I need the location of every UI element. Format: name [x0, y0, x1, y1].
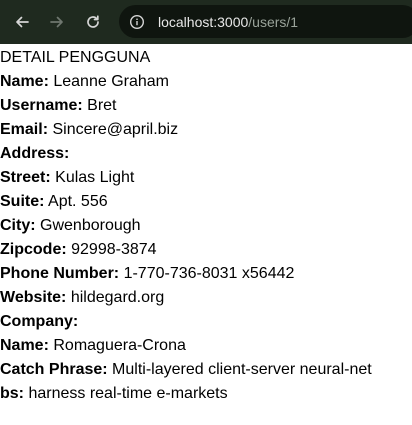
url-text[interactable]: localhost:3000/users/1	[158, 14, 298, 30]
url-path: /users/1	[248, 13, 299, 30]
field-value: hildegard.org	[70, 289, 165, 306]
field-value: Leanne Graham	[53, 73, 169, 90]
field-label: Zipcode:	[0, 241, 67, 258]
back-arrow-icon[interactable]	[10, 10, 34, 34]
field-value: Bret	[87, 97, 117, 114]
field-value: Gwenborough	[40, 217, 141, 234]
field-row: Phone Number: 1-770-736-8031 x56442	[0, 262, 412, 286]
user-detail-page: DETAIL PENGGUNA Name: Leanne Graham Usern…	[0, 44, 412, 406]
field-label: Website:	[0, 289, 67, 306]
field-label: Catch Phrase:	[0, 361, 108, 378]
reload-icon[interactable]	[81, 10, 105, 34]
field-label: Address:	[0, 145, 70, 162]
field-row: Catch Phrase: Multi-layered client-serve…	[0, 358, 412, 382]
field-label: Street:	[0, 169, 51, 186]
forward-arrow-icon[interactable]	[45, 10, 69, 34]
field-value: Romaguera-Crona	[53, 337, 186, 354]
field-row: Website: hildegard.org	[0, 286, 412, 310]
field-row: Username: Bret	[0, 94, 412, 118]
field-list: Name: Leanne Graham Username: Bret Email: …	[0, 70, 412, 406]
field-label: bs:	[0, 385, 24, 402]
field-value: Sincere@april.biz	[52, 121, 179, 138]
field-row: Name: Leanne Graham	[0, 70, 412, 94]
field-label: Phone Number:	[0, 265, 120, 282]
field-value: Multi-layered client-server neural-net	[112, 361, 372, 378]
field-value: harness real-time e-markets	[28, 385, 228, 402]
field-value: 92998-3874	[71, 241, 157, 258]
browser-toolbar: localhost:3000/users/1	[0, 0, 412, 44]
field-value: Apt. 556	[48, 193, 108, 210]
field-label: Company:	[0, 313, 79, 330]
field-row: Email: Sincere@april.biz	[0, 118, 412, 142]
field-label: Username:	[0, 97, 83, 114]
field-row: Address:	[0, 142, 412, 166]
field-value: 1-770-736-8031 x56442	[123, 265, 295, 282]
field-value: Kulas Light	[55, 169, 135, 186]
field-row: Suite: Apt. 556	[0, 190, 412, 214]
field-row: City: Gwenborough	[0, 214, 412, 238]
field-label: City:	[0, 217, 36, 234]
site-info-icon[interactable]	[129, 14, 145, 30]
page-heading: DETAIL PENGGUNA	[0, 49, 151, 66]
address-bar[interactable]: localhost:3000/users/1	[119, 5, 412, 38]
field-row: Street: Kulas Light	[0, 166, 412, 190]
field-label: Name:	[0, 337, 49, 354]
field-label: Email:	[0, 121, 49, 138]
field-label: Name:	[0, 73, 49, 90]
field-label: Suite:	[0, 193, 45, 210]
field-row: Zipcode: 92998-3874	[0, 238, 412, 262]
field-row: Name: Romaguera-Crona	[0, 334, 412, 358]
field-row: bs: harness real-time e-markets	[0, 382, 412, 406]
url-host: localhost:3000	[158, 13, 249, 30]
field-row: Company:	[0, 310, 412, 334]
